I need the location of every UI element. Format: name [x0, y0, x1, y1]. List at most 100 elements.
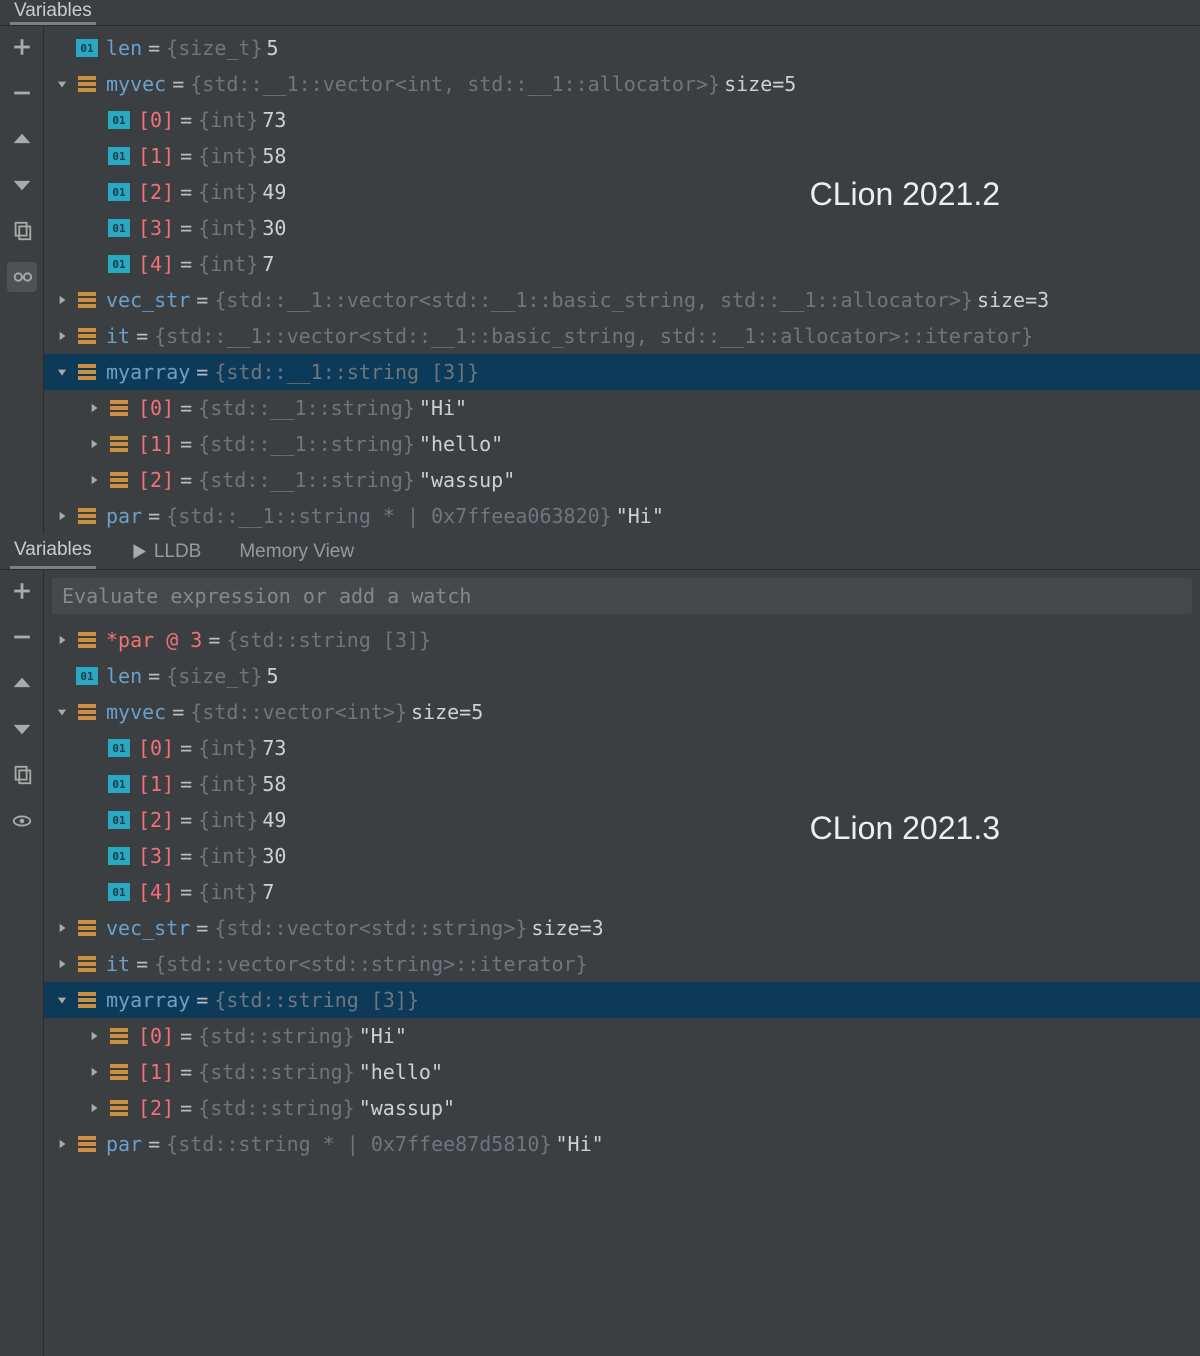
- variable-type: {std::vector<std::string>}: [214, 916, 527, 940]
- variable-value: 5: [267, 36, 279, 60]
- chevron-right-icon[interactable]: [52, 290, 72, 310]
- variable-row[interactable]: 01[1]={int} 58: [44, 766, 1200, 802]
- variables-tree-bottom[interactable]: Evaluate expression or add a watch CLion…: [44, 570, 1200, 1356]
- variable-row[interactable]: 01[3]={int} 30: [44, 210, 1200, 246]
- chevron-right-icon[interactable]: [52, 630, 72, 650]
- equals-sign: =: [196, 288, 208, 312]
- variable-name: [0]: [138, 1024, 174, 1048]
- variable-name: [1]: [138, 144, 174, 168]
- tab-variables[interactable]: Variables: [10, 534, 96, 569]
- primitive-icon: 01: [108, 883, 130, 901]
- variable-row[interactable]: par={std::string * | 0x7ffee87d5810} "Hi…: [44, 1126, 1200, 1162]
- toolbar-bottom: [0, 570, 44, 1356]
- tab-variables[interactable]: Variables: [10, 0, 96, 25]
- variable-name: [2]: [138, 180, 174, 204]
- variable-row[interactable]: *par @ 3={std::string [3]}: [44, 622, 1200, 658]
- variable-row[interactable]: [0]={std::__1::string} "Hi": [44, 390, 1200, 426]
- tab-memory-view[interactable]: Memory View: [235, 534, 358, 569]
- variable-row[interactable]: par={std::__1::string * | 0x7ffeea063820…: [44, 498, 1200, 534]
- variable-row[interactable]: [1]={std::__1::string} "hello": [44, 426, 1200, 462]
- chevron-right-icon[interactable]: [52, 1134, 72, 1154]
- copy-button[interactable]: [7, 216, 37, 246]
- chevron-right-icon[interactable]: [84, 1026, 104, 1046]
- equals-sign: =: [180, 808, 192, 832]
- variable-row[interactable]: 01[0]={int} 73: [44, 102, 1200, 138]
- variable-row[interactable]: vec_str={std::vector<std::string>} size=…: [44, 910, 1200, 946]
- equals-sign: =: [180, 216, 192, 240]
- object-icon: [76, 703, 98, 721]
- variable-row[interactable]: myvec={std::vector<int>} size=5: [44, 694, 1200, 730]
- chevron-down-icon[interactable]: [52, 990, 72, 1010]
- variable-row[interactable]: [0]={std::string} "Hi": [44, 1018, 1200, 1054]
- tab-lldb[interactable]: LLDB: [126, 534, 206, 569]
- equals-sign: =: [180, 880, 192, 904]
- chevron-down-icon[interactable]: [52, 362, 72, 382]
- up-button[interactable]: [7, 668, 37, 698]
- variable-row[interactable]: myvec={std::__1::vector<int, std::__1::a…: [44, 66, 1200, 102]
- plus-button[interactable]: [7, 32, 37, 62]
- variable-value: "wassup": [359, 1096, 455, 1120]
- chevron-right-icon[interactable]: [84, 1062, 104, 1082]
- variable-row[interactable]: 01[1]={int} 58: [44, 138, 1200, 174]
- evaluate-expression-input[interactable]: Evaluate expression or add a watch: [52, 578, 1192, 614]
- down-button[interactable]: [7, 170, 37, 200]
- variable-row[interactable]: 01[4]={int} 7: [44, 246, 1200, 282]
- variable-row[interactable]: 01[4]={int} 7: [44, 874, 1200, 910]
- chevron-right-icon[interactable]: [52, 954, 72, 974]
- chevron-down-icon[interactable]: [52, 74, 72, 94]
- variable-row[interactable]: 01[2]={int} 49: [44, 802, 1200, 838]
- chevron-right-icon[interactable]: [52, 918, 72, 938]
- variable-row[interactable]: it={std::__1::vector<std::__1::basic_str…: [44, 318, 1200, 354]
- glasses-button[interactable]: [7, 262, 37, 292]
- variable-name: it: [106, 324, 130, 348]
- equals-sign: =: [180, 844, 192, 868]
- variable-value: 7: [262, 252, 274, 276]
- variable-row[interactable]: [2]={std::string} "wassup": [44, 1090, 1200, 1126]
- variable-name: vec_str: [106, 916, 190, 940]
- primitive-icon: 01: [108, 847, 130, 865]
- expander-placeholder: [84, 810, 104, 830]
- chevron-down-icon[interactable]: [52, 702, 72, 722]
- chevron-right-icon[interactable]: [52, 506, 72, 526]
- variable-row[interactable]: 01[0]={int} 73: [44, 730, 1200, 766]
- variable-value: "Hi": [359, 1024, 407, 1048]
- variable-type: {std::__1::string}: [198, 432, 415, 456]
- minus-button[interactable]: [7, 78, 37, 108]
- eye-button[interactable]: [7, 806, 37, 836]
- chevron-right-icon[interactable]: [52, 326, 72, 346]
- expander-placeholder: [84, 146, 104, 166]
- equals-sign: =: [148, 1132, 160, 1156]
- variable-value: size=3: [531, 916, 603, 940]
- variable-row[interactable]: [2]={std::__1::string} "wassup": [44, 462, 1200, 498]
- variables-tree-top[interactable]: CLion 2021.2 01len={size_t} 5myvec={std:…: [44, 26, 1200, 538]
- equals-sign: =: [180, 144, 192, 168]
- variable-row[interactable]: it={std::vector<std::string>::iterator}: [44, 946, 1200, 982]
- variable-row[interactable]: 01[2]={int} 49: [44, 174, 1200, 210]
- variable-row[interactable]: [1]={std::string} "hello": [44, 1054, 1200, 1090]
- down-button[interactable]: [7, 714, 37, 744]
- variable-type: {std::string * | 0x7ffee87d5810}: [166, 1132, 551, 1156]
- minus-button[interactable]: [7, 622, 37, 652]
- chevron-right-icon[interactable]: [84, 398, 104, 418]
- chevron-right-icon[interactable]: [84, 1098, 104, 1118]
- up-button[interactable]: [7, 124, 37, 154]
- variable-row[interactable]: myarray={std::string [3]}: [44, 982, 1200, 1018]
- variable-row[interactable]: 01len={size_t} 5: [44, 658, 1200, 694]
- variable-name: par: [106, 1132, 142, 1156]
- plus-button[interactable]: [7, 576, 37, 606]
- variable-type: {int}: [198, 216, 258, 240]
- chevron-right-icon[interactable]: [84, 434, 104, 454]
- chevron-right-icon[interactable]: [84, 470, 104, 490]
- variable-row[interactable]: vec_str={std::__1::vector<std::__1::basi…: [44, 282, 1200, 318]
- copy-button[interactable]: [7, 760, 37, 790]
- equals-sign: =: [208, 628, 220, 652]
- primitive-icon: 01: [108, 775, 130, 793]
- variable-type: {std::__1::string * | 0x7ffeea063820}: [166, 504, 612, 528]
- variable-row[interactable]: 01len={size_t} 5: [44, 30, 1200, 66]
- variable-row[interactable]: myarray={std::__1::string [3]}: [44, 354, 1200, 390]
- variable-name: [0]: [138, 108, 174, 132]
- variable-row[interactable]: 01[3]={int} 30: [44, 838, 1200, 874]
- equals-sign: =: [180, 736, 192, 760]
- variable-name: len: [106, 664, 142, 688]
- object-icon: [108, 435, 130, 453]
